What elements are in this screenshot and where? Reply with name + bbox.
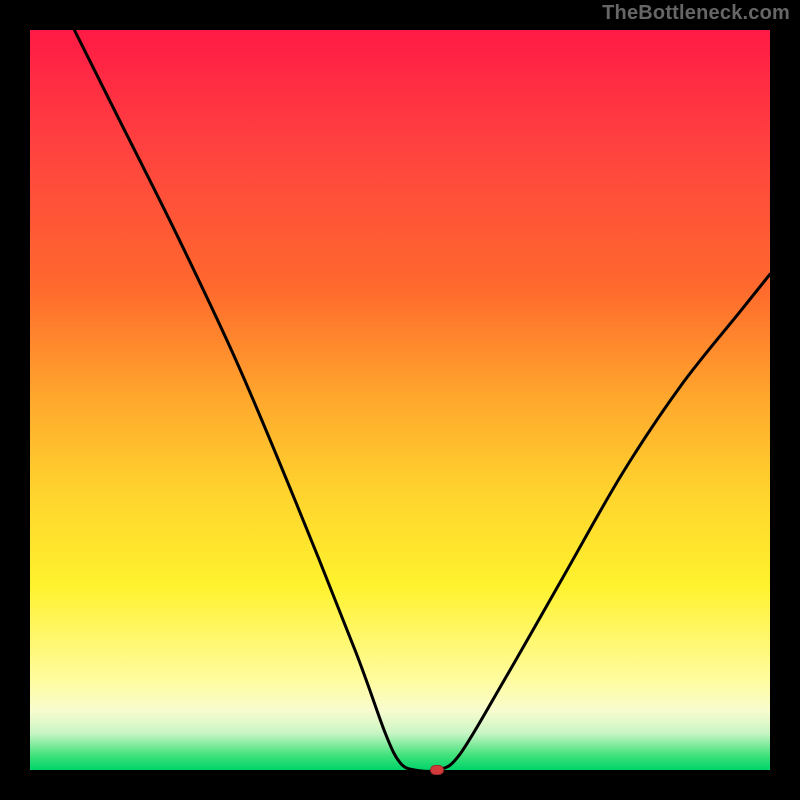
plot-area — [30, 30, 770, 770]
bottleneck-curve — [30, 30, 770, 770]
chart-frame: TheBottleneck.com — [0, 0, 800, 800]
minimum-marker — [430, 765, 444, 775]
watermark-text: TheBottleneck.com — [602, 2, 790, 25]
